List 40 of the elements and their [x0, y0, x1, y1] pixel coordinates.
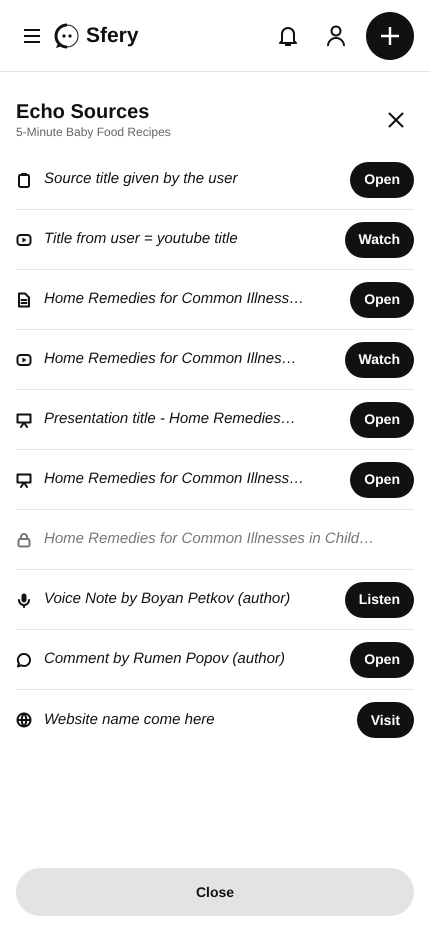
source-title: Presentation title - Home Remedies…	[44, 409, 297, 430]
action-button[interactable]: Watch	[344, 222, 414, 258]
menu-icon	[23, 28, 41, 42]
play-icon	[16, 352, 32, 368]
play-icon	[16, 232, 32, 248]
add-button[interactable]	[366, 12, 414, 60]
clipboard-icon	[16, 172, 32, 188]
close-icon	[388, 112, 404, 128]
action-button[interactable]: Open	[350, 462, 414, 498]
action-button[interactable]: Open	[350, 282, 414, 318]
action-button[interactable]: Listen	[344, 582, 414, 618]
presentation-icon	[16, 412, 32, 428]
source-title: Home Remedies for Common Illnesses in Child…	[44, 529, 376, 550]
microphone-icon	[16, 592, 32, 608]
source-title: Home Remedies for Common Illness…	[44, 289, 306, 310]
source-title: Website name come here	[44, 710, 216, 730]
source-title: Home Remedies for Common Illness…	[44, 469, 306, 490]
lock-icon	[16, 532, 32, 548]
speech-bubble-icon	[16, 652, 32, 668]
document-icon	[16, 292, 32, 308]
source-title: Comment by Rumen Popov (author)	[44, 649, 286, 670]
panel-title: Echo Sources	[16, 100, 150, 124]
action-button[interactable]: Open	[350, 162, 414, 198]
action-button[interactable]: Watch	[344, 342, 414, 378]
panel-subtitle: 5-Minute Baby Food Recipes	[16, 124, 172, 140]
source-title: Title from user = youtube title	[44, 229, 239, 250]
user-icon	[326, 24, 346, 46]
globe-icon	[16, 712, 32, 728]
source-title: Source title given by the user	[44, 169, 239, 190]
action-button[interactable]: Visit	[356, 702, 414, 738]
presentation-icon	[16, 472, 32, 488]
bell-icon	[278, 24, 298, 46]
action-button[interactable]: Open	[350, 642, 414, 678]
brand-name: Sfery	[86, 22, 139, 49]
plus-icon	[380, 26, 400, 46]
close-button[interactable]: Close	[16, 868, 414, 916]
source-title: Home Remedies for Common Illnes…	[44, 349, 298, 370]
action-button[interactable]: Open	[350, 402, 414, 438]
logo-icon	[54, 22, 80, 48]
source-title: Voice Note by Boyan Petkov (author)	[44, 589, 292, 610]
